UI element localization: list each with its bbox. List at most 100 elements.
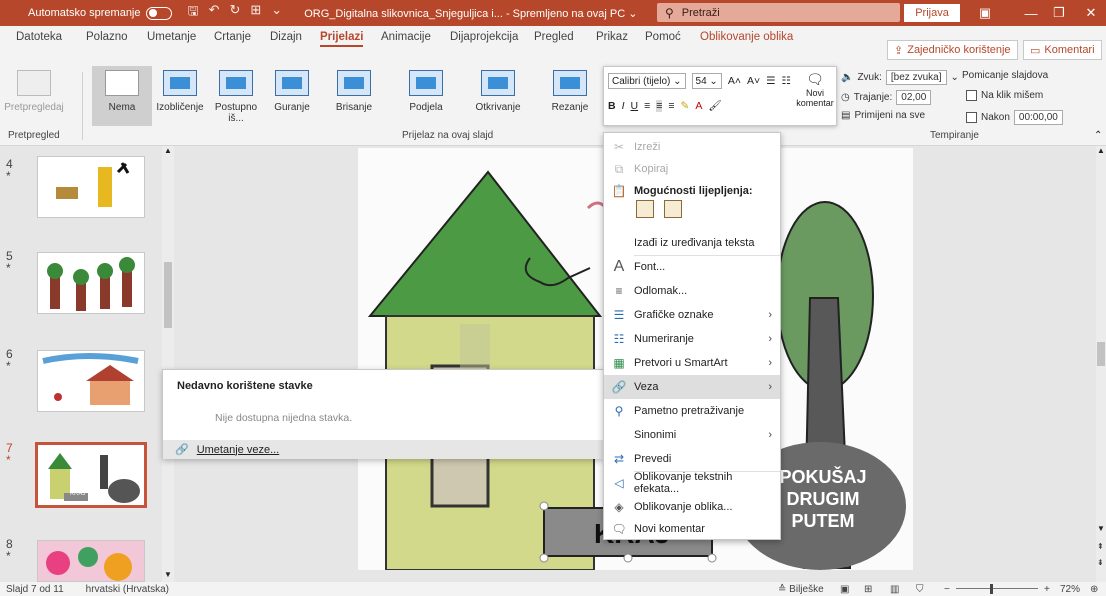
italic-icon[interactable]: I	[622, 100, 625, 112]
close-icon[interactable]: ✕	[1068, 0, 1106, 26]
undo-icon[interactable]: ↶	[209, 2, 220, 24]
transition-wipe[interactable]: Brisanje	[324, 68, 384, 113]
fit-to-window-icon[interactable]: ⊕	[1090, 584, 1098, 595]
comments-button[interactable]: ▭ Komentari	[1023, 40, 1102, 60]
scroll-up-icon[interactable]: ▲	[164, 146, 172, 155]
thumbnail-scroll-thumb[interactable]	[164, 262, 172, 328]
zoom-in-icon[interactable]: +	[1044, 584, 1050, 595]
shrink-font-icon[interactable]: A˅	[747, 75, 760, 87]
autosave-toggle[interactable]	[145, 6, 172, 20]
font-color-icon[interactable]: A	[695, 100, 702, 112]
align-left-icon[interactable]: ≡	[644, 100, 650, 112]
transition-reveal[interactable]: Otkrivanje	[468, 68, 528, 113]
zoom-out-icon[interactable]: −	[944, 584, 950, 595]
document-title[interactable]: ORG_Digitalna slikovnica_Snjeguljica i..…	[304, 7, 637, 20]
transition-cut[interactable]: Rezanje	[540, 68, 600, 113]
highlight-icon[interactable]: ✎	[681, 100, 690, 112]
duration-control[interactable]: ◷ Trajanje: 02,00	[841, 90, 932, 105]
tab-help[interactable]: Pomoć	[645, 31, 681, 43]
slide-thumbnail-5[interactable]	[37, 252, 145, 314]
tab-draw[interactable]: Crtanje	[214, 31, 251, 43]
font-dropdown[interactable]: Calibri (tijelo) ⌄	[608, 73, 686, 89]
zoom-slider[interactable]	[956, 588, 1038, 589]
tab-file[interactable]: Datoteka	[16, 31, 62, 43]
tab-slideshow[interactable]: Dijaprojekcija	[450, 31, 518, 43]
paste-picture-icon[interactable]	[664, 200, 682, 218]
menu-copy[interactable]: ⧉ Kopiraj	[604, 157, 780, 181]
transition-fade[interactable]: Postupno iš...	[206, 68, 266, 124]
save-icon[interactable]: 🖫	[188, 2, 199, 24]
normal-view-icon[interactable]: ▣	[840, 584, 849, 595]
numbering-icon[interactable]: ☷	[782, 75, 791, 87]
format-painter-icon[interactable]: 🖌	[708, 99, 721, 112]
previous-slide-icon[interactable]: ⇞	[1097, 542, 1104, 551]
paste-keep-source-icon[interactable]	[636, 200, 654, 218]
present-icon[interactable]: ⊞	[250, 2, 261, 24]
search-box[interactable]: ⚲ Pretraži	[657, 3, 900, 22]
notes-button[interactable]: ≙ Bilješke	[778, 584, 824, 595]
menu-bullets[interactable]: ☰ Grafičke oznake ›	[604, 303, 780, 327]
after-checkbox[interactable]: Nakon 00:00,00	[966, 110, 1063, 125]
ribbon-display-icon[interactable]: ▣	[962, 0, 1008, 26]
transition-split[interactable]: Podjela	[396, 68, 456, 113]
menu-synonyms[interactable]: Sinonimi ›	[604, 423, 780, 447]
apply-all-button[interactable]: ▤ Primijeni na sve	[841, 110, 925, 121]
transition-morph[interactable]: Izobličenje	[150, 68, 210, 113]
share-button[interactable]: ⇪ Zajedničko korištenje	[887, 40, 1018, 60]
customize-icon[interactable]: ⌄	[271, 2, 282, 24]
sound-control[interactable]: 🔈 Zvuk: [bez zvuka] ⌄	[841, 70, 959, 85]
duration-input[interactable]: 02,00	[896, 90, 932, 105]
on-click-check[interactable]	[966, 90, 977, 101]
menu-numbering[interactable]: ☷ Numeriranje ›	[604, 327, 780, 351]
menu-font[interactable]: A Font...	[604, 255, 780, 279]
tab-view[interactable]: Prikaz	[596, 31, 628, 43]
sound-dropdown[interactable]: [bez zvuka]	[885, 70, 947, 85]
bold-icon[interactable]: B	[608, 100, 616, 112]
menu-smartart[interactable]: ▦ Pretvori u SmartArt ›	[604, 351, 780, 375]
zoom-level[interactable]: 72%	[1060, 584, 1080, 595]
tab-home[interactable]: Polazno	[86, 31, 128, 43]
menu-new-comment[interactable]: 🗨 Novi komentar	[604, 519, 780, 539]
slide-scroll-thumb[interactable]	[1097, 342, 1105, 366]
tab-insert[interactable]: Umetanje	[147, 31, 196, 43]
language-indicator[interactable]: hrvatski (Hrvatska)	[86, 584, 169, 595]
collapse-ribbon-icon[interactable]: ⌃	[1094, 130, 1102, 141]
redo-icon[interactable]: ↻	[229, 2, 240, 24]
preview-button[interactable]: Pretpregledaj	[4, 68, 64, 113]
tab-animations[interactable]: Animacije	[381, 31, 431, 43]
menu-smart-lookup[interactable]: ⚲ Pametno pretraživanje	[604, 399, 780, 423]
tab-design[interactable]: Dizajn	[270, 31, 302, 43]
tab-shape-format[interactable]: Oblikovanje oblika	[700, 31, 793, 43]
slide-scroll-down-icon[interactable]: ▼	[1097, 524, 1105, 533]
thumbnail-scrollbar[interactable]: ▲ ▼	[162, 146, 174, 582]
signin-button[interactable]: Prijava	[904, 4, 960, 22]
tab-review[interactable]: Pregled	[534, 31, 574, 43]
menu-format-text-effects[interactable]: ◁ Oblikovanje tekstnih efekata...	[604, 471, 780, 495]
menu-cut[interactable]: ✂ Izreži	[604, 135, 780, 159]
after-check[interactable]	[966, 112, 977, 123]
menu-translate[interactable]: ⇄ Prevedi	[604, 447, 780, 471]
slideshow-icon[interactable]: ⛉	[916, 584, 924, 595]
slide-thumbnail-4[interactable]	[37, 156, 145, 218]
zoom-slider-thumb[interactable]	[990, 584, 993, 594]
next-slide-icon[interactable]: ⇟	[1097, 558, 1104, 567]
font-size-dropdown[interactable]: 54 ⌄	[691, 73, 722, 89]
slide-thumbnail-8[interactable]	[37, 540, 145, 582]
new-comment-button[interactable]: 🗨 Novi komentar	[794, 71, 836, 108]
menu-paragraph[interactable]: ≡ Odlomak...	[604, 279, 780, 303]
insert-link-item[interactable]: 🔗 Umetanje veze...	[163, 440, 603, 459]
align-right-icon[interactable]: ≡	[668, 100, 674, 112]
bullets-icon[interactable]: ☰	[766, 75, 775, 87]
slide-sorter-icon[interactable]: ⊞	[864, 584, 872, 595]
transition-none[interactable]: Nema	[92, 66, 152, 126]
tab-transitions[interactable]: Prijelazi	[320, 31, 364, 47]
reading-view-icon[interactable]: ▥	[890, 584, 899, 595]
grow-font-icon[interactable]: A˄	[728, 75, 741, 87]
menu-exit-text-edit[interactable]: Izađi iz uređivanja teksta	[604, 231, 780, 255]
menu-format-shape[interactable]: ◈ Oblikovanje oblika...	[604, 495, 780, 519]
underline-icon[interactable]: U	[631, 100, 639, 112]
transition-push[interactable]: Guranje	[262, 68, 322, 113]
slide-thumbnail-6[interactable]	[37, 350, 145, 412]
after-input[interactable]: 00:00,00	[1013, 110, 1063, 125]
scroll-down-icon[interactable]: ▼	[164, 570, 172, 579]
